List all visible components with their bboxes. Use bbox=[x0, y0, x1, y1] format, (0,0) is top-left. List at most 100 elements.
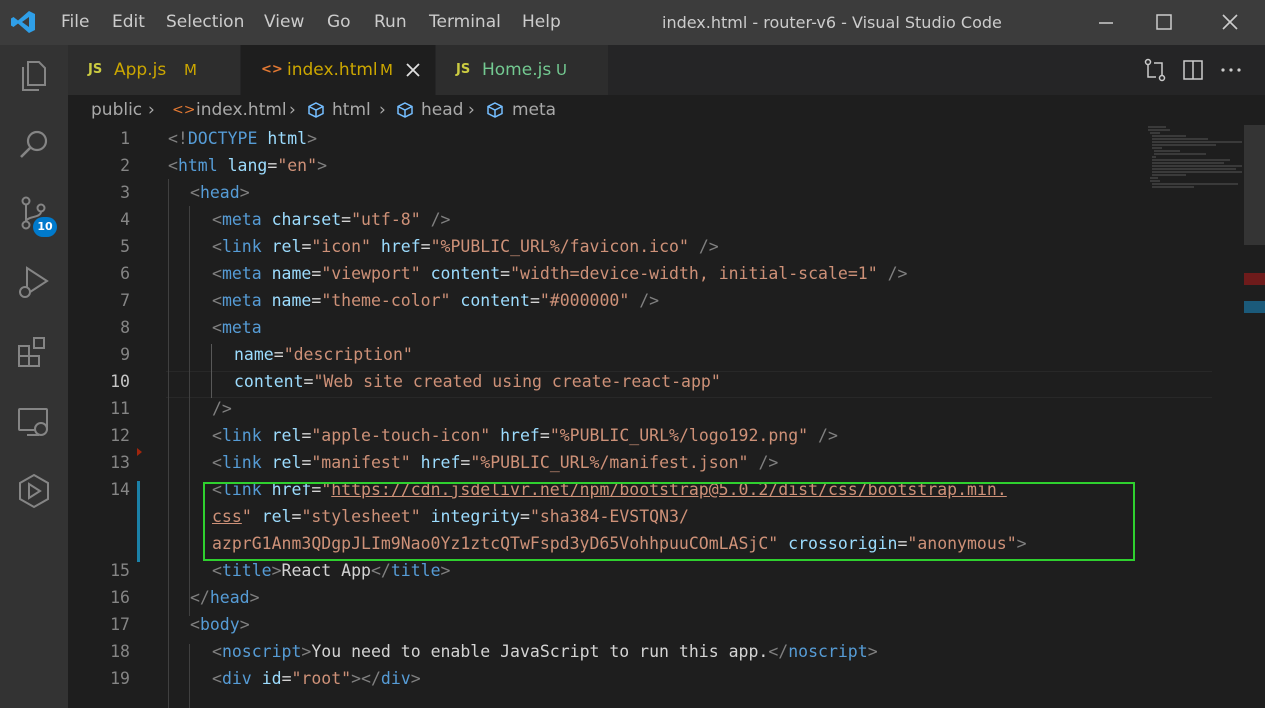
maximize-icon[interactable] bbox=[1149, 8, 1179, 36]
search-icon[interactable] bbox=[14, 125, 54, 165]
code-token: > bbox=[239, 183, 250, 202]
code-token: ></ bbox=[351, 669, 381, 688]
explorer-icon[interactable] bbox=[14, 56, 54, 96]
code-token: = bbox=[301, 453, 312, 472]
run-debug-icon[interactable] bbox=[14, 262, 54, 302]
deleted-line-marker bbox=[137, 448, 142, 456]
code-line[interactable]: /> bbox=[212, 395, 232, 422]
code-line[interactable]: <div id="root"></div> bbox=[212, 665, 421, 692]
indent-guide bbox=[189, 206, 190, 616]
close-tab-icon[interactable] bbox=[404, 61, 422, 79]
code-token: content bbox=[430, 264, 501, 283]
code-line[interactable]: <meta name="viewport" content="width=dev… bbox=[212, 260, 907, 287]
code-token: id bbox=[261, 669, 282, 688]
code-token: </ bbox=[370, 561, 391, 580]
code-line[interactable]: <meta name="theme-color" content="#00000… bbox=[212, 287, 659, 314]
more-actions-icon[interactable] bbox=[1218, 57, 1244, 83]
menu-file[interactable]: File bbox=[61, 11, 89, 33]
line-number: 5 bbox=[120, 237, 130, 256]
code-token: > bbox=[410, 669, 421, 688]
chevron-right-icon: › bbox=[289, 100, 296, 120]
code-token: "icon" bbox=[311, 237, 371, 256]
minimize-icon[interactable] bbox=[1091, 8, 1121, 36]
tab-app-js[interactable]: JS App.js M bbox=[68, 45, 240, 95]
line-number: 9 bbox=[120, 345, 130, 364]
code-token: link bbox=[221, 453, 262, 472]
code-token: = bbox=[500, 264, 511, 283]
split-editor-icon[interactable] bbox=[1180, 57, 1206, 83]
tab-home-js[interactable]: JS Home.js U bbox=[436, 45, 608, 95]
code-editor[interactable]: 1 <!DOCTYPE html> 2 <html lang="en"> 3 <head>… bbox=[68, 125, 1265, 708]
line-number: 7 bbox=[120, 291, 130, 310]
menu-run[interactable]: Run bbox=[374, 11, 407, 33]
code-line[interactable]: <head> bbox=[190, 179, 250, 206]
code-token: meta bbox=[221, 291, 262, 310]
code-token: < bbox=[212, 318, 222, 337]
breadcrumb-head[interactable]: head bbox=[421, 95, 463, 125]
code-token: title bbox=[390, 561, 441, 580]
remote-explorer-icon[interactable] bbox=[14, 402, 54, 442]
menu-edit[interactable]: Edit bbox=[112, 11, 145, 33]
code-token: = bbox=[311, 264, 322, 283]
breadcrumb-file[interactable]: index.html bbox=[196, 95, 287, 125]
overview-ruler-marker bbox=[1244, 273, 1265, 285]
code-token: /> bbox=[212, 399, 232, 418]
code-token: = bbox=[420, 237, 431, 256]
code-token: /> bbox=[758, 453, 779, 472]
code-token: title bbox=[221, 561, 272, 580]
code-line[interactable]: <link rel="manifest" href="%PUBLIC_URL%/… bbox=[212, 449, 778, 476]
code-token: meta bbox=[221, 264, 262, 283]
menu-help[interactable]: Help bbox=[522, 11, 561, 33]
code-line[interactable]: <noscript>You need to enable JavaScript … bbox=[212, 638, 878, 665]
open-changes-icon[interactable] bbox=[1142, 57, 1168, 83]
code-token: > bbox=[301, 642, 312, 661]
code-token: head bbox=[209, 588, 250, 607]
breadcrumb-meta[interactable]: meta bbox=[512, 95, 556, 125]
code-token: < bbox=[212, 264, 222, 283]
code-token: > bbox=[249, 588, 260, 607]
breadcrumb-folder[interactable]: public bbox=[91, 95, 142, 125]
code-token: = bbox=[311, 291, 322, 310]
code-token: lang bbox=[227, 156, 268, 175]
menu-selection[interactable]: Selection bbox=[166, 11, 244, 33]
code-token: > bbox=[317, 156, 327, 175]
scrollbar-thumb[interactable] bbox=[1244, 125, 1265, 245]
code-line[interactable]: <body> bbox=[190, 611, 250, 638]
tab-index-html[interactable]: <> index.html M bbox=[241, 45, 435, 95]
breadcrumb-html[interactable]: html bbox=[332, 95, 371, 125]
code-token: link bbox=[221, 237, 262, 256]
code-line[interactable]: content="Web site created using create-r… bbox=[234, 368, 721, 395]
code-line[interactable]: <meta bbox=[212, 314, 262, 341]
code-line[interactable]: <link rel="apple-touch-icon" href="%PUBL… bbox=[212, 422, 838, 449]
code-token: < bbox=[212, 561, 222, 580]
menu-terminal[interactable]: Terminal bbox=[429, 11, 501, 33]
code-line[interactable]: name="description" bbox=[234, 341, 413, 368]
code-token: "%PUBLIC_URL%/manifest.json" bbox=[470, 453, 749, 472]
live-share-icon[interactable] bbox=[14, 471, 54, 511]
extensions-icon[interactable] bbox=[14, 332, 54, 372]
code-token: "%PUBLIC_URL%/favicon.ico" bbox=[430, 237, 689, 256]
modified-badge: M bbox=[380, 61, 393, 79]
code-line[interactable]: <!DOCTYPE html> bbox=[168, 125, 317, 152]
code-line[interactable]: <html lang="en"> bbox=[168, 152, 327, 179]
menu-go[interactable]: Go bbox=[327, 11, 351, 33]
close-window-icon[interactable] bbox=[1215, 8, 1245, 36]
code-line[interactable]: <link rel="icon" href="%PUBLIC_URL%/favi… bbox=[212, 233, 719, 260]
menu-view[interactable]: View bbox=[264, 11, 304, 33]
minimap[interactable] bbox=[1146, 125, 1252, 205]
code-line[interactable]: </head> bbox=[190, 584, 260, 611]
code-line[interactable]: <meta charset="utf-8" /> bbox=[212, 206, 450, 233]
line-number: 6 bbox=[120, 264, 130, 283]
symbol-element-icon bbox=[487, 102, 503, 118]
code-line[interactable]: <title>React App</title> bbox=[212, 557, 450, 584]
